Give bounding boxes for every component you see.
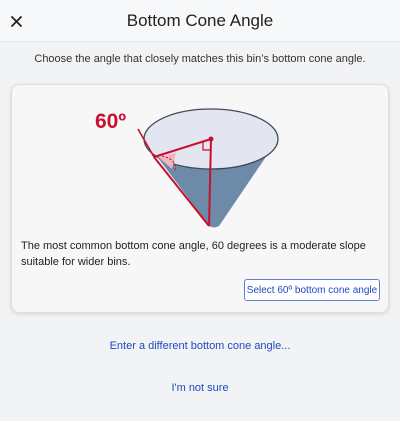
header-bar: Bottom Cone Angle: [0, 0, 400, 42]
instruction-text: Choose the angle that closely matches th…: [34, 53, 366, 65]
cone-angle-option-card: 60º The most common bottom cone angle, 6…: [11, 84, 389, 313]
select-angle-button[interactable]: Select 60º bottom cone angle: [244, 279, 380, 301]
not-sure-link[interactable]: I'm not sure: [0, 382, 400, 394]
page-title: Bottom Cone Angle: [126, 11, 274, 30]
angle-description: The most common bottom cone angle, 60 de…: [21, 240, 366, 268]
enter-different-angle-link[interactable]: Enter a different bottom cone angle...: [0, 340, 400, 352]
angle-label: 60º: [95, 110, 127, 133]
